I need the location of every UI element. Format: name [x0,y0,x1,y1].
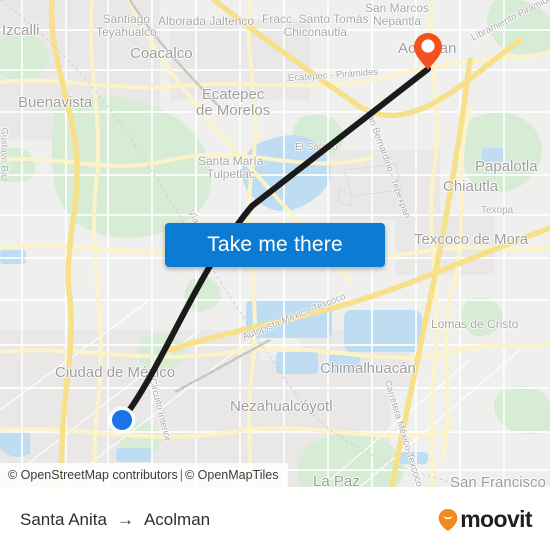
moovit-wordmark: moovit [460,506,532,532]
footer-bar: Santa Anita → Acolman moovit [0,487,550,550]
attribution-openmaptiles[interactable]: © OpenMapTiles [185,468,279,482]
moovit-route-screen: Izcalli Santiago Teyahualco Alborada Jalte… [0,0,550,550]
map-attribution: © OpenStreetMap contributors | © OpenMapTi… [0,463,289,487]
moovit-pin-icon [438,508,458,531]
map-canvas[interactable]: Izcalli Santiago Teyahualco Alborada Jalte… [0,0,550,487]
attribution-osm[interactable]: © OpenStreetMap contributors [8,468,178,482]
moovit-logo[interactable]: moovit [437,506,533,532]
attribution-separator: | [179,468,183,482]
trip-destination: Acolman [143,509,211,529]
take-me-there-button[interactable]: Take me there [165,223,385,267]
trip-origin: Santa Anita [20,509,107,529]
arrow-right-icon: → [116,510,134,529]
trip-summary: Santa Anita → Acolman [20,510,210,530]
